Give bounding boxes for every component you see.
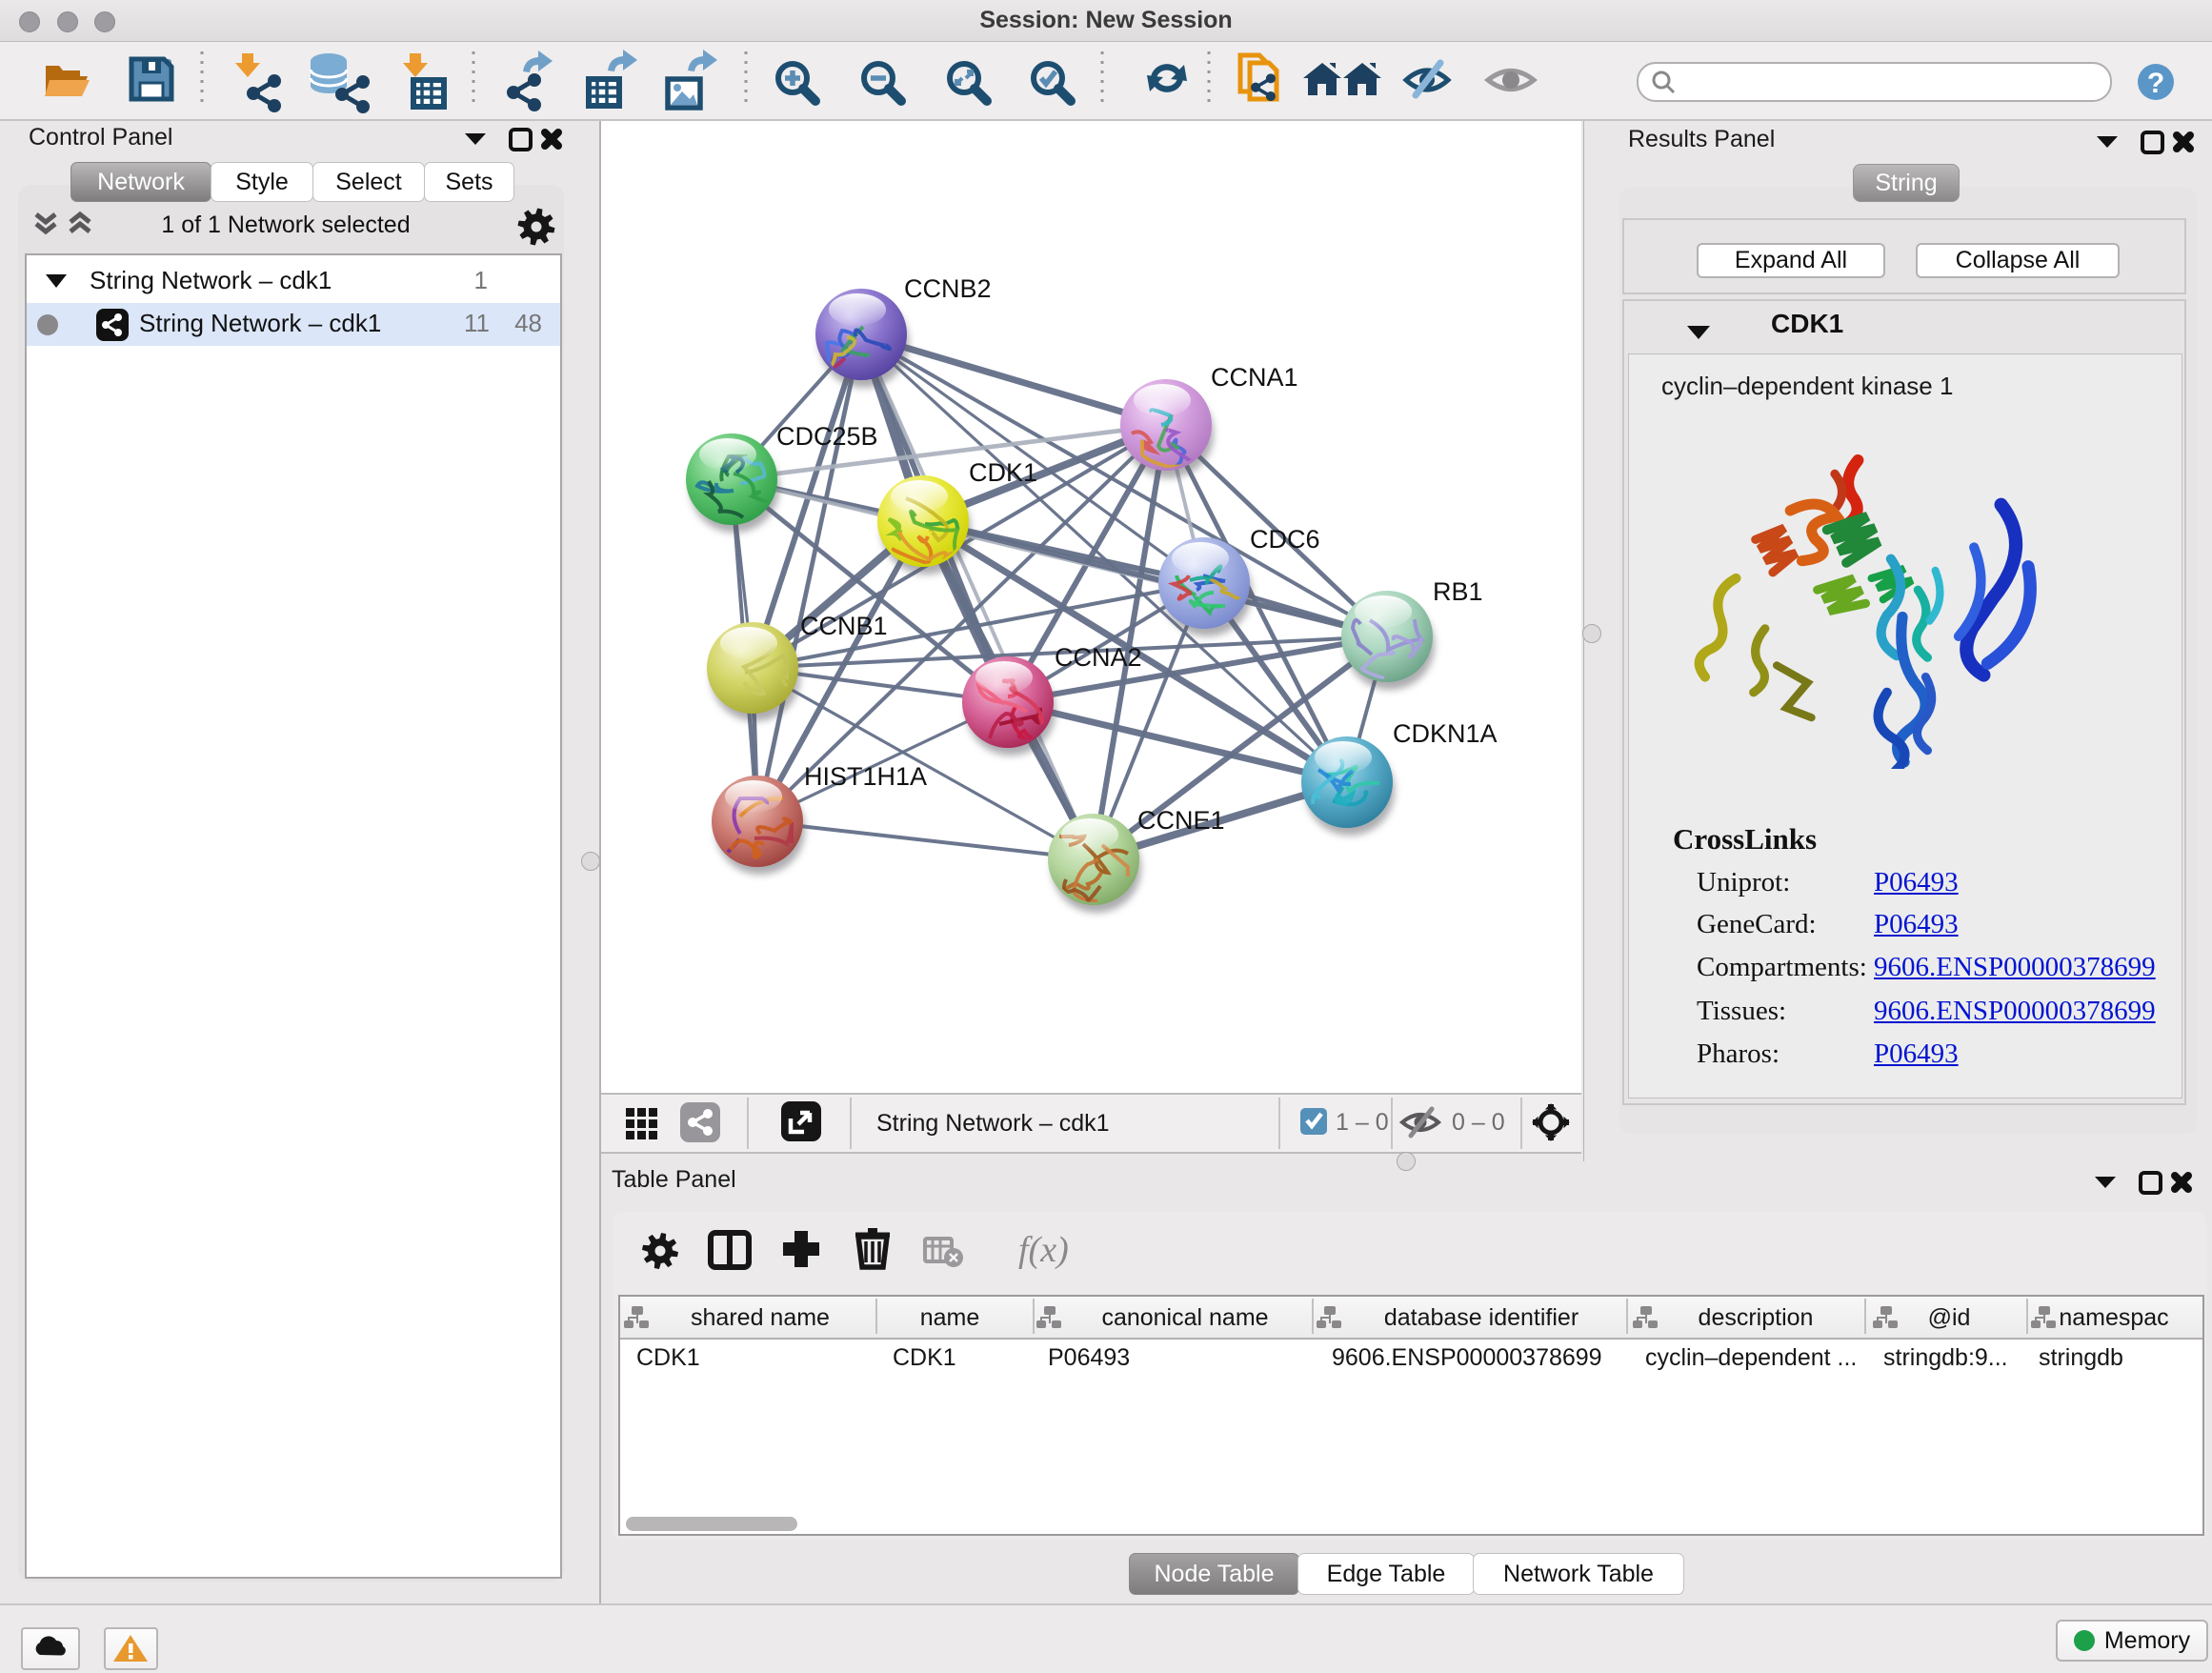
svg-text:RB1: RB1 [1433,577,1483,606]
svg-text:database identifier: database identifier [1384,1304,1579,1331]
svg-text:CDC25B: CDC25B [776,422,878,451]
svg-text:@id: @id [1928,1304,1971,1331]
svg-text:canonical name: canonical name [1101,1304,1268,1331]
svg-text:namespac: namespac [2059,1304,2168,1331]
svg-text:1 – 0: 1 – 0 [1336,1109,1389,1136]
svg-text:CCNA1: CCNA1 [1211,363,1298,392]
svg-text:shared name: shared name [691,1304,830,1331]
svg-text:CCNB2: CCNB2 [904,274,992,303]
svg-text:CCNE1: CCNE1 [1137,806,1225,835]
svg-text:CCNB1: CCNB1 [800,612,888,640]
svg-text:?: ? [2147,68,2164,99]
svg-text:f(x): f(x) [1018,1230,1069,1270]
svg-text:HIST1H1A: HIST1H1A [804,762,927,791]
svg-text:CDC6: CDC6 [1250,525,1320,554]
svg-text:name: name [920,1304,980,1331]
svg-text:description: description [1699,1304,1814,1331]
svg-text:CDKN1A: CDKN1A [1393,719,1498,748]
svg-text:0 – 0: 0 – 0 [1452,1109,1505,1136]
svg-text:CCNA2: CCNA2 [1055,643,1142,672]
svg-text:CDK1: CDK1 [969,458,1037,487]
svg-text:String Network – cdk1: String Network – cdk1 [876,1110,1110,1137]
